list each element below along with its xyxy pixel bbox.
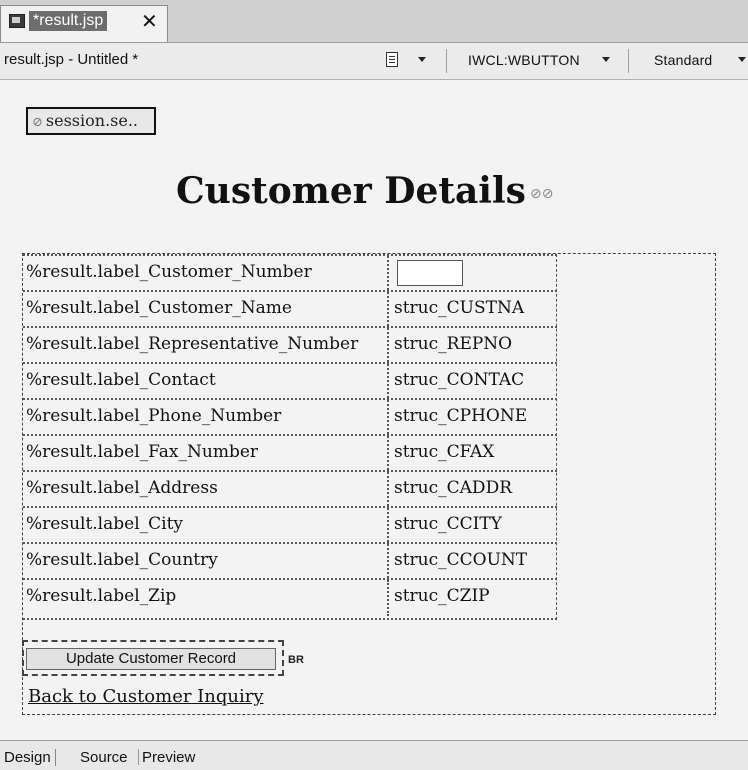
editor-toolbar: result.jsp - Untitled * IWCL:WBUTTON Sta…	[0, 43, 748, 80]
page-properties-icon[interactable]	[386, 52, 398, 67]
update-customer-record-button[interactable]: Update Customer Record	[26, 648, 276, 670]
row-label: %result.label_City	[23, 508, 389, 542]
row-value: struc_REPNO	[394, 334, 513, 354]
row-label: %result.label_Representative_Number	[23, 328, 389, 362]
page-heading: Customer Details	[176, 170, 526, 212]
table-row[interactable]: %result.label_Address struc_CADDR	[23, 472, 557, 508]
table-row[interactable]: %result.label_Zip struc_CZIP	[23, 580, 557, 616]
table-row[interactable]: %result.label_Contact struc_CONTAC	[23, 364, 557, 400]
row-label: %result.label_Country	[23, 544, 389, 578]
row-value: struc_CPHONE	[394, 406, 528, 426]
row-label: %result.label_Customer_Name	[23, 292, 389, 326]
editor-tab-result-jsp[interactable]: *result.jsp ✕	[0, 5, 168, 42]
tab-design[interactable]: Design	[4, 749, 56, 766]
chevron-down-icon[interactable]	[602, 57, 610, 62]
row-value: struc_CONTAC	[394, 370, 525, 390]
row-value: struc_CADDR	[394, 478, 512, 498]
row-value	[391, 256, 555, 290]
style-dropdown[interactable]: Standard	[654, 52, 712, 68]
row-label: %result.label_Zip	[23, 580, 389, 616]
table-row[interactable]: %result.label_Country struc_CCOUNT	[23, 544, 557, 580]
table-row[interactable]: %result.label_Fax_Number struc_CFAX	[23, 436, 557, 472]
table-row[interactable]: %result.label_Customer_Number	[23, 256, 557, 292]
row-value: struc_CUSTNA	[394, 298, 525, 318]
back-to-inquiry-link[interactable]: Back to Customer Inquiry	[28, 686, 264, 707]
tab-separator	[138, 749, 139, 765]
editor-tab-strip: *result.jsp ✕	[0, 0, 748, 43]
design-canvas[interactable]: ⊘ session.se.. Customer Details ⊘⊘ %resul…	[0, 80, 748, 740]
document-title: result.jsp - Untitled *	[4, 51, 139, 68]
table-row[interactable]: %result.label_Phone_Number struc_CPHONE	[23, 400, 557, 436]
jsp-file-icon	[9, 14, 25, 28]
row-value: struc_CCITY	[394, 514, 502, 534]
row-label: %result.label_Contact	[23, 364, 389, 398]
customer-details-table[interactable]: %result.label_Customer_Number %result.la…	[23, 254, 557, 620]
row-value: struc_CCOUNT	[394, 550, 528, 570]
chevron-down-icon[interactable]	[738, 57, 746, 62]
mode-tab-bar: Design Source Preview	[0, 740, 748, 770]
chevron-down-icon[interactable]	[418, 57, 426, 62]
table-row[interactable]: %result.label_Customer_Name struc_CUSTNA	[23, 292, 557, 328]
bean-icon: ⊘	[32, 115, 43, 130]
table-row[interactable]: %result.label_Representative_Number stru…	[23, 328, 557, 364]
row-label: %result.label_Address	[23, 472, 389, 506]
session-bean-label: session.se..	[45, 111, 138, 130]
tag-dropdown[interactable]: IWCL:WBUTTON	[468, 52, 580, 68]
session-bean-button[interactable]: ⊘ session.se..	[26, 107, 156, 135]
editor-tab-label: *result.jsp	[29, 11, 108, 31]
tab-source[interactable]: Source	[80, 749, 128, 766]
line-break-marker[interactable]: BR	[288, 654, 304, 666]
customer-number-input[interactable]	[397, 260, 463, 286]
table-row[interactable]: %result.label_City struc_CCITY	[23, 508, 557, 544]
row-value: struc_CFAX	[394, 442, 495, 462]
toolbar-separator	[628, 49, 629, 73]
tab-preview[interactable]: Preview	[142, 749, 195, 766]
row-label: %result.label_Fax_Number	[23, 436, 389, 470]
row-label: %result.label_Customer_Number	[23, 256, 389, 290]
close-icon[interactable]: ✕	[141, 9, 158, 33]
toolbar-separator	[446, 49, 447, 73]
link-icons: ⊘⊘	[530, 186, 554, 202]
row-value: struc_CZIP	[394, 586, 490, 606]
row-label: %result.label_Phone_Number	[23, 400, 389, 434]
